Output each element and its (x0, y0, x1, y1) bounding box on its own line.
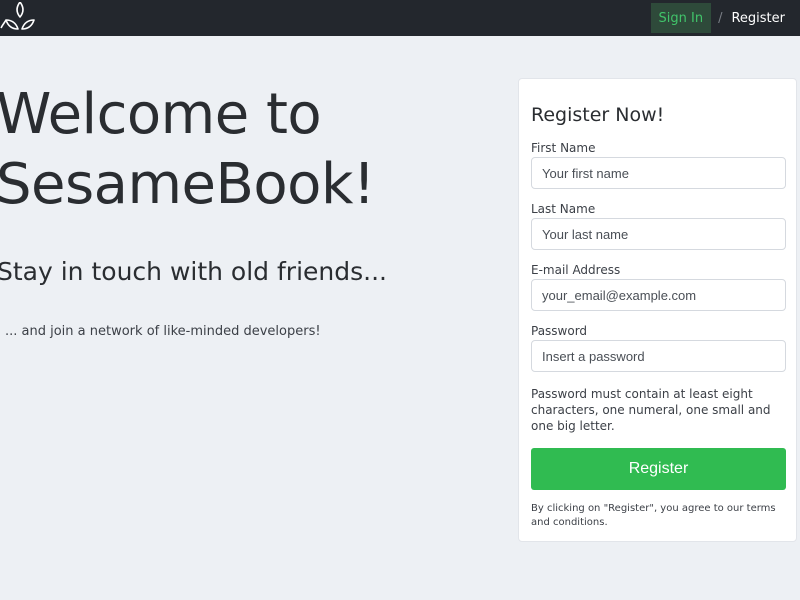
password-input[interactable] (531, 340, 786, 372)
leaf-logo-icon[interactable] (0, 2, 44, 32)
hero-title-line1: Welcome to (0, 82, 322, 147)
register-card: Register Now! First Name Last Name E-mai… (518, 78, 797, 542)
sign-in-link[interactable]: Sign In (650, 3, 712, 33)
password-hint: Password must contain at least eight cha… (531, 387, 771, 433)
first-name-input[interactable] (531, 157, 786, 189)
email-input[interactable] (531, 279, 786, 311)
header-nav: Sign In / Register (650, 0, 800, 36)
last-name-label: Last Name (531, 202, 596, 216)
hero-title-line2: SesameBook! (0, 152, 375, 217)
register-link[interactable]: Register (731, 11, 785, 26)
hero-text: ... and join a network of like-minded de… (5, 324, 321, 339)
hero-title: Welcome to SesameBook! (0, 80, 375, 220)
email-label: E-mail Address (531, 263, 621, 277)
register-button[interactable]: Register (531, 448, 786, 490)
nav-separator: / (718, 10, 723, 26)
terms-notice: By clicking on "Register", you agree to … (531, 503, 776, 528)
hero-subtitle: Stay in touch with old friends... (0, 257, 387, 286)
top-navbar: Sign In / Register (0, 0, 800, 36)
password-label: Password (531, 324, 588, 338)
last-name-input[interactable] (531, 218, 786, 250)
register-card-title: Register Now! (531, 104, 665, 126)
first-name-label: First Name (531, 141, 596, 155)
